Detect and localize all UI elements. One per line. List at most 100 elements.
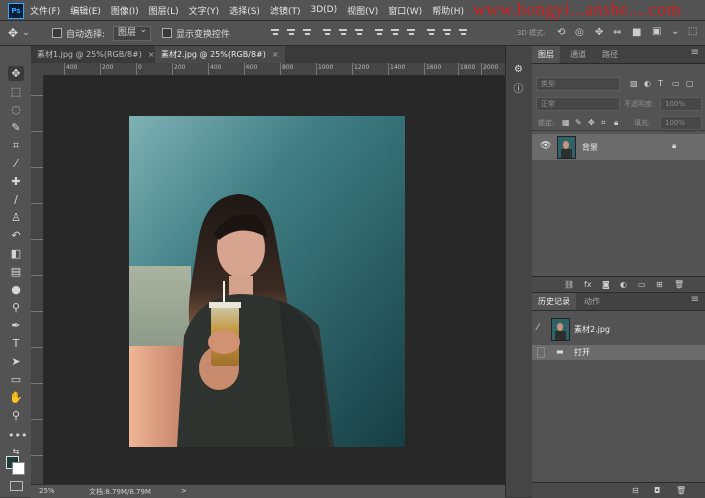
menu-help[interactable]: 帮助(H) xyxy=(432,4,464,17)
link-layers-icon[interactable]: ⛓ xyxy=(564,280,574,289)
layer-row[interactable]: 👁︎ 背景 🔒︎ xyxy=(532,134,705,160)
panel-menu-icon[interactable]: ≡ xyxy=(691,294,699,305)
tab-channels[interactable]: 通道 xyxy=(564,46,592,63)
menu-edit[interactable]: 编辑(E) xyxy=(70,4,101,17)
camera-icon[interactable]: ◘ xyxy=(654,486,660,495)
more-tools-icon[interactable]: ••• xyxy=(8,428,27,443)
shape-tool-icon[interactable]: ▭ xyxy=(8,372,24,387)
properties-icon[interactable]: ⚙ xyxy=(512,63,525,76)
distribute-bottom-icon[interactable] xyxy=(406,27,416,37)
quick-mask-icon[interactable] xyxy=(10,481,23,491)
distribute-right-icon[interactable] xyxy=(458,27,468,37)
auto-select-checkbox[interactable] xyxy=(52,28,62,38)
share-icon[interactable]: ⬚ xyxy=(688,26,697,37)
background-color-swatch[interactable] xyxy=(12,462,25,475)
auto-select-control[interactable]: 自动选择: xyxy=(52,25,105,41)
menu-layer[interactable]: 图层(L) xyxy=(149,4,179,17)
layer-filter-kind[interactable]: 类型 xyxy=(536,77,620,91)
workspace-icon[interactable]: ▣ xyxy=(652,26,661,37)
filter-pixel-icon[interactable]: ▨ xyxy=(630,79,638,88)
ruler-horizontal[interactable]: 400 200 0 200 400 600 800 1000 1200 1400… xyxy=(44,63,505,76)
close-icon[interactable]: × xyxy=(148,50,155,59)
new-group-icon[interactable]: ▭ xyxy=(638,280,646,289)
lock-artboard-icon[interactable]: ⌗ xyxy=(601,118,606,128)
auto-select-dropdown[interactable]: 图层 xyxy=(113,24,152,41)
zoom-tool-icon[interactable]: ⚲ xyxy=(8,408,24,423)
tab-document-1[interactable]: 素材1.jpg @ 25%(RGB/8#) × xyxy=(31,46,161,63)
distribute-vcenter-icon[interactable] xyxy=(390,27,400,37)
new-document-from-state-icon[interactable]: ⊟ xyxy=(632,486,639,495)
eye-icon[interactable]: 👁︎ xyxy=(540,141,551,151)
distribute-left-icon[interactable] xyxy=(426,27,436,37)
history-brush-source-icon[interactable]: ⁄ xyxy=(537,323,539,333)
path-select-tool-icon[interactable]: ➤ xyxy=(8,354,24,369)
align-vcenter-icon[interactable] xyxy=(286,27,296,37)
hand-tool-icon[interactable]: ✋ xyxy=(8,390,24,405)
eraser-tool-icon[interactable]: ◧ xyxy=(8,246,24,261)
tab-document-2[interactable]: 素材2.jpg @ 25%(RGB/8#) × xyxy=(155,46,285,63)
marquee-tool-icon[interactable]: ⬚ xyxy=(8,84,24,99)
opacity-field[interactable]: 100% xyxy=(660,97,702,111)
tab-actions[interactable]: 动作 xyxy=(578,293,606,310)
trash-icon[interactable]: 🗑︎ xyxy=(676,486,686,495)
adjustment-layer-icon[interactable]: ◐ xyxy=(620,280,627,289)
brush-tool-icon[interactable]: ∕ xyxy=(8,192,24,207)
history-snapshot[interactable]: ⁄ 素材2.jpg xyxy=(532,315,705,343)
workspace-chevron-icon[interactable]: ⌄ xyxy=(671,26,679,37)
eyedropper-tool-icon[interactable]: ⁄ xyxy=(8,156,24,171)
align-left-icon[interactable] xyxy=(322,27,332,37)
align-bottom-icon[interactable] xyxy=(302,27,312,37)
fx-icon[interactable]: fx xyxy=(584,280,592,289)
add-mask-icon[interactable]: ◙ xyxy=(602,280,610,289)
clone-stamp-tool-icon[interactable]: ♙ xyxy=(8,210,24,225)
type-tool-icon[interactable]: T xyxy=(8,336,24,351)
fill-field[interactable]: 100% xyxy=(660,116,702,130)
ruler-vertical[interactable] xyxy=(31,75,44,484)
crop-tool-icon[interactable]: ⌗ xyxy=(8,138,24,153)
panel-menu-icon[interactable]: ≡ xyxy=(691,47,699,58)
lock-transparent-icon[interactable]: ▦ xyxy=(562,118,570,127)
status-more-button[interactable]: > xyxy=(181,487,187,495)
dodge-tool-icon[interactable]: ⚲ xyxy=(8,300,24,315)
blend-mode-select[interactable]: 正常 xyxy=(536,97,620,111)
distribute-top-icon[interactable] xyxy=(374,27,384,37)
tab-paths[interactable]: 路径 xyxy=(596,46,624,63)
trash-icon[interactable]: 🗑︎ xyxy=(674,280,684,289)
tab-history[interactable]: 历史记录 xyxy=(532,293,576,310)
auto-select-value[interactable]: 图层 xyxy=(113,24,152,41)
show-transform-control[interactable]: 显示变换控件 xyxy=(162,25,230,41)
history-source-box[interactable] xyxy=(537,347,545,358)
history-step[interactable]: ▬ 打开 xyxy=(532,345,705,360)
3d-roll-icon[interactable]: ◎ xyxy=(575,27,584,38)
distribute-hcenter-icon[interactable] xyxy=(442,27,452,37)
blur-tool-icon[interactable]: ● xyxy=(8,282,24,297)
document-photo[interactable] xyxy=(129,116,405,447)
align-right-icon[interactable] xyxy=(354,27,364,37)
quick-select-tool-icon[interactable]: ✎ xyxy=(8,120,24,135)
filter-shape-icon[interactable]: ▭ xyxy=(672,79,680,88)
close-icon[interactable]: × xyxy=(272,50,279,59)
menu-select[interactable]: 选择(S) xyxy=(229,4,260,17)
move-tool-preset[interactable]: ✥ ⌄ xyxy=(8,25,30,41)
gradient-tool-icon[interactable]: ▤ xyxy=(8,264,24,279)
3d-scale-icon[interactable]: ■ xyxy=(632,27,641,38)
menu-image[interactable]: 图像(I) xyxy=(111,4,139,17)
tab-layers[interactable]: 图层 xyxy=(532,46,560,63)
info-icon[interactable]: ⓘ xyxy=(512,83,525,96)
move-tool-icon[interactable]: ✥ xyxy=(8,66,24,81)
align-hcenter-icon[interactable] xyxy=(338,27,348,37)
layer-name[interactable]: 背景 xyxy=(582,142,598,153)
zoom-level[interactable]: 25% xyxy=(39,487,55,495)
menu-filter[interactable]: 滤镜(T) xyxy=(270,4,301,17)
menu-3d[interactable]: 3D(D) xyxy=(310,5,337,15)
align-top-icon[interactable] xyxy=(270,27,280,37)
lock-all-icon[interactable]: 🔒︎ xyxy=(614,118,618,128)
show-transform-checkbox[interactable] xyxy=(162,28,172,38)
menu-view[interactable]: 视图(V) xyxy=(347,4,378,17)
3d-pan-icon[interactable]: ✥ xyxy=(595,27,603,38)
lock-position-icon[interactable]: ✥ xyxy=(588,118,595,127)
menu-file[interactable]: 文件(F) xyxy=(30,4,60,17)
canvas-area[interactable] xyxy=(44,76,505,484)
healing-brush-tool-icon[interactable]: ✚ xyxy=(8,174,24,189)
menu-window[interactable]: 窗口(W) xyxy=(388,4,422,17)
